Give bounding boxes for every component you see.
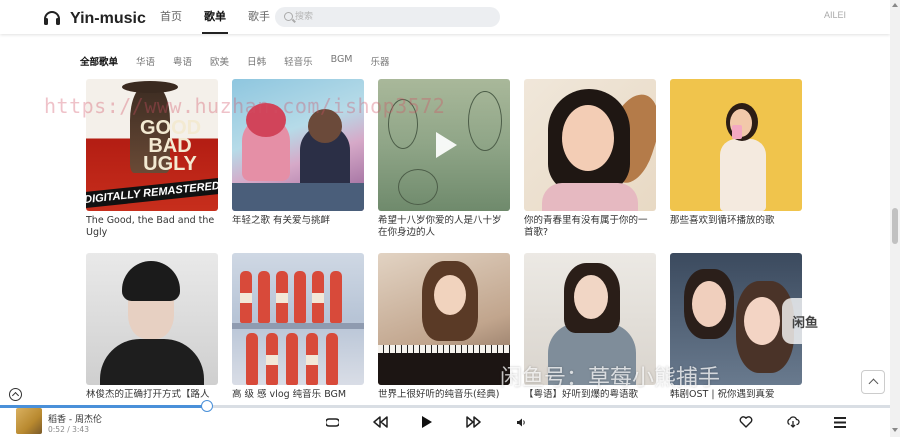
playlist-title[interactable]: 你的青春里有没有属于你的一首歌? [524,215,656,239]
playlist-card[interactable]: 高 级 感 vlog 纯音乐 BGM [232,253,364,413]
category-bgm[interactable]: BGM [331,54,353,68]
scroll-thumb[interactable] [892,208,898,244]
scroll-down-arrow-icon[interactable] [892,428,898,432]
playlist-title[interactable]: 年轻之歌 有关爱与挑衅 [232,215,364,239]
playlist-cover[interactable] [232,253,364,385]
cover-art-text: GOOD BAD UGLY [140,117,202,175]
category-cantonese[interactable]: 粤语 [173,54,192,68]
watermark-badge-text: 闲鱼 [791,316,818,331]
progress-bar[interactable] [0,400,890,412]
playlist-cover[interactable] [524,79,656,211]
category-all[interactable]: 全部歌单 [80,54,118,68]
playlist-title[interactable]: 那些喜欢到循环播放的歌 [670,215,802,239]
category-jp-kr[interactable]: 日韩 [247,54,266,68]
search-box [275,7,500,27]
playlist-cover[interactable] [378,253,510,385]
playlist-title[interactable]: The Good, the Bad and the Ugly [86,215,218,239]
logo[interactable]: Yin-music [42,7,146,31]
category-light-music[interactable]: 轻音乐 [284,54,313,68]
category-instruments[interactable]: 乐器 [371,54,390,68]
category-chinese[interactable]: 华语 [136,54,155,68]
headphones-icon [42,7,62,31]
song-time: 0:52 / 3:43 [48,425,89,434]
playlist-card[interactable]: 世界上很好听的纯音乐(经典) [378,253,510,413]
loop-icon[interactable] [326,417,339,428]
search-icon[interactable] [284,12,293,21]
song-title: 稻香 - 周杰伦 [48,415,102,425]
chevron-up-icon[interactable] [861,370,885,394]
playlist-cover[interactable] [86,253,218,385]
expand-icon[interactable] [9,388,22,401]
download-icon[interactable] [786,416,800,428]
volume-icon[interactable] [516,418,526,427]
watermark-url: https://www.huzhan.com/ishop3572 [44,94,446,118]
heart-icon[interactable] [739,416,753,428]
app-name: Yin-music [70,10,146,27]
watermark-badge: 闲鱼 [782,298,828,344]
playlist-card[interactable]: 你的青春里有没有属于你的一首歌? [524,79,656,239]
top-bar: Yin-music 首页 歌单 歌手 AILEI [0,0,890,34]
play-icon[interactable] [428,129,460,161]
play-icon[interactable] [421,415,433,429]
scroll-up-arrow-icon[interactable] [892,3,898,7]
search-input[interactable] [295,7,490,27]
playlist-title[interactable]: 希望十八岁你爱的人是八十岁在你身边的人 [378,215,510,239]
watermark-text: 闲鱼号：草莓小熊捕手 [500,366,721,391]
next-icon[interactable] [466,416,481,428]
page-scrollbar[interactable] [890,0,900,437]
player-bar [0,405,890,437]
main-nav: 首页 歌单 歌手 [160,0,292,34]
app-window: Yin-music 首页 歌单 歌手 AILEI 全部歌单 华语 粤语 欧美 日… [0,0,900,437]
category-tabs: 全部歌单 华语 粤语 欧美 日韩 轻音乐 BGM 乐器 [80,54,408,68]
user-avatar[interactable]: AILEI [824,10,846,20]
nav-singers[interactable]: 歌手 [248,0,270,34]
playlist-card[interactable]: 那些喜欢到循环播放的歌 [670,79,802,239]
playlist-icon[interactable] [834,417,846,428]
playlist-card[interactable]: 林俊杰的正确打开方式【路人 [86,253,218,413]
category-western[interactable]: 欧美 [210,54,229,68]
nav-home[interactable]: 首页 [160,0,182,34]
nav-playlists[interactable]: 歌单 [202,0,228,34]
progress-knob[interactable] [201,400,213,412]
playlist-cover[interactable] [670,79,802,211]
cover-band-text: DIGITALLY REMASTERED [86,179,218,207]
prev-icon[interactable] [373,416,388,428]
album-thumbnail[interactable] [16,408,42,434]
